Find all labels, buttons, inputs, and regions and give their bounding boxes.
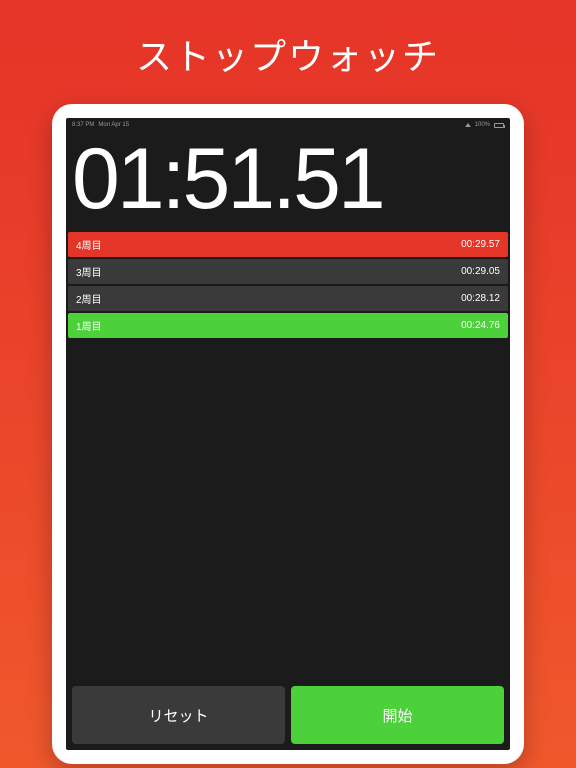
lap-row: 3周目 00:29.05	[68, 259, 508, 284]
device-frame: 8:37 PM Mon Apr 15 100% 01:51.51 4周目 00:…	[52, 104, 524, 764]
lap-label: 2周目	[76, 291, 102, 306]
page-title: ストップウォッチ	[136, 28, 440, 80]
status-battery-pct: 100%	[475, 122, 490, 128]
lap-row: 4周目 00:29.57	[68, 232, 508, 257]
status-bar: 8:37 PM Mon Apr 15 100%	[66, 118, 510, 132]
lap-label: 1周目	[76, 318, 102, 333]
status-time: 8:37 PM	[72, 122, 94, 128]
reset-button[interactable]: リセット	[72, 686, 285, 744]
lap-time: 00:28.12	[461, 293, 500, 304]
lap-time: 00:29.57	[461, 239, 500, 250]
start-button[interactable]: 開始	[291, 686, 504, 744]
stopwatch-time: 01:51.51	[66, 132, 510, 232]
lap-label: 4周目	[76, 237, 102, 252]
button-row: リセット 開始	[66, 680, 510, 750]
status-date: Mon Apr 15	[98, 122, 129, 128]
battery-icon	[494, 123, 504, 128]
spacer	[66, 338, 510, 680]
lap-row: 2周目 00:28.12	[68, 286, 508, 311]
lap-time: 00:24.76	[461, 320, 500, 331]
lap-list: 4周目 00:29.57 3周目 00:29.05 2周目 00:28.12 1…	[66, 232, 510, 338]
lap-label: 3周目	[76, 264, 102, 279]
app-screen: 8:37 PM Mon Apr 15 100% 01:51.51 4周目 00:…	[66, 118, 510, 750]
lap-row: 1周目 00:24.76	[68, 313, 508, 338]
lap-time: 00:29.05	[461, 266, 500, 277]
wifi-icon	[465, 123, 471, 127]
